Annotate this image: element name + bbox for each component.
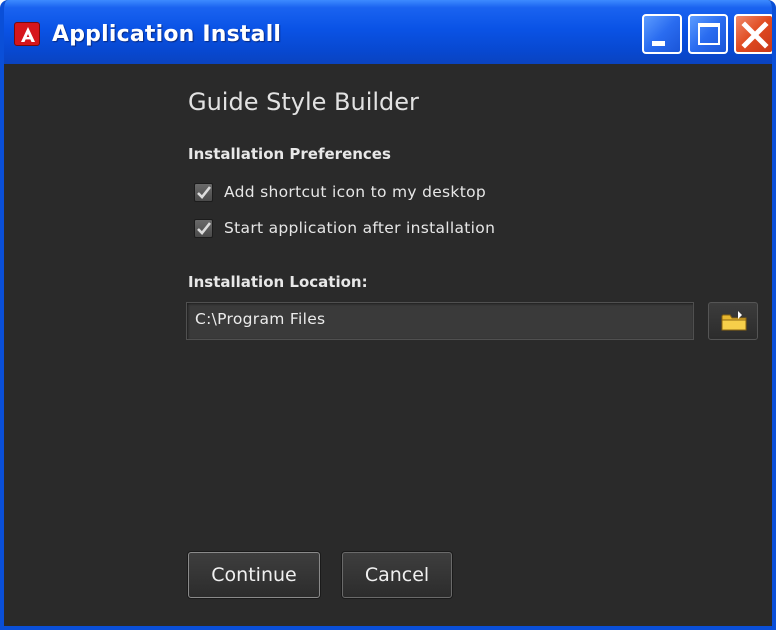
- install-window: Application Install Guide Style Builder …: [0, 0, 776, 630]
- install-content: Guide Style Builder Installation Prefere…: [4, 64, 772, 626]
- desktop-shortcut-checkbox[interactable]: [194, 182, 213, 202]
- maximize-button[interactable]: [688, 14, 728, 54]
- title-bar[interactable]: Application Install: [4, 0, 772, 64]
- start-after-install-option[interactable]: Start application after installation: [194, 218, 495, 238]
- preferences-heading: Installation Preferences: [188, 145, 391, 163]
- location-heading: Installation Location:: [188, 273, 368, 291]
- browse-folder-button[interactable]: [708, 302, 758, 340]
- maximize-icon: [698, 23, 720, 45]
- folder-icon: [721, 311, 747, 331]
- adobe-air-icon: [14, 22, 40, 46]
- minimize-icon: [652, 41, 665, 46]
- start-after-install-label: Start application after installation: [224, 219, 496, 237]
- application-name: Guide Style Builder: [188, 88, 419, 116]
- checkmark-icon: [197, 221, 212, 235]
- cancel-button[interactable]: Cancel: [342, 552, 452, 598]
- desktop-shortcut-label: Add shortcut icon to my desktop: [224, 183, 486, 201]
- install-location-input[interactable]: C:\Program Files: [186, 302, 694, 340]
- close-button[interactable]: [734, 14, 772, 54]
- checkmark-icon: [197, 185, 212, 199]
- continue-button[interactable]: Continue: [188, 552, 320, 598]
- desktop-shortcut-option[interactable]: Add shortcut icon to my desktop: [194, 182, 486, 202]
- start-after-install-checkbox[interactable]: [194, 218, 213, 238]
- minimize-button[interactable]: [642, 14, 682, 54]
- close-icon: [741, 21, 769, 49]
- window-title: Application Install: [52, 22, 282, 47]
